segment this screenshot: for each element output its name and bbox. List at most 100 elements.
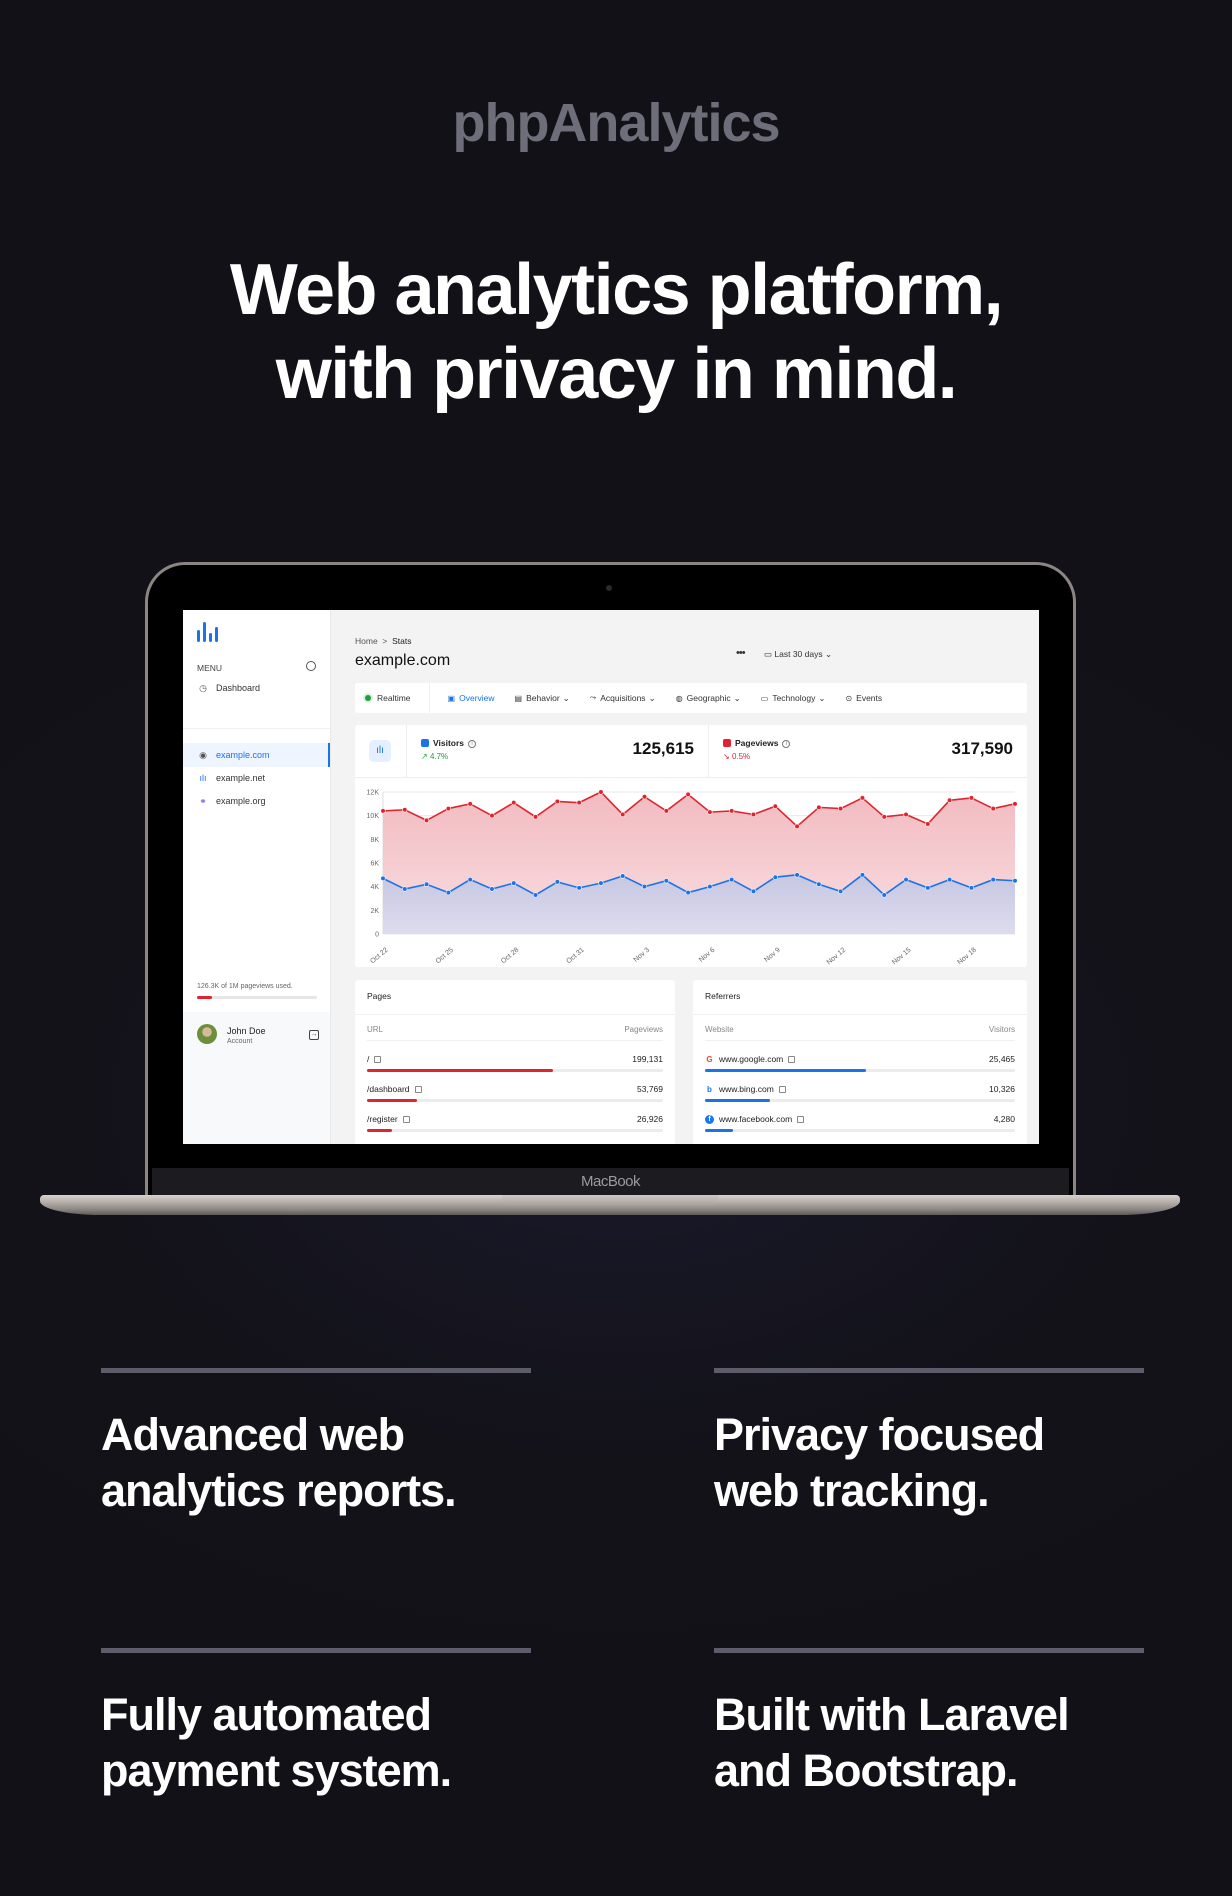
table-row[interactable]: / 199,131 [367,1052,663,1082]
palette-icon[interactable] [306,661,316,671]
sidebar: MENU ◷ Dashboard ◉ example.com ılı examp… [183,610,331,1144]
visitors-point [816,881,822,887]
pageviews-label: Pageviews i [735,738,791,748]
logout-icon[interactable]: → [309,1030,319,1040]
feature-text: Built with Laravel and Bootstrap. [714,1687,1144,1799]
visitors-point [380,875,386,881]
tab-events[interactable]: ⊙ Events [835,683,892,713]
x-tick-label: Oct 22 [369,947,389,966]
pageviews-change: ↘ 0.5% [723,752,750,761]
visitors-point [423,881,430,887]
pageviews-point [380,808,386,814]
table-row[interactable]: /dashboard 53,769 [367,1082,663,1112]
avatar[interactable] [197,1024,217,1044]
tab-overview[interactable]: ▣ Overview [438,683,505,713]
row-progress-bar [705,1129,1015,1132]
column-header-pageviews: Pageviews [624,1025,663,1034]
row-value: 4,280 [993,1114,1015,1124]
visitors-point [511,880,517,886]
row-value: 199,131 [632,1054,663,1064]
external-link-icon[interactable] [414,1085,422,1093]
visitors-point [707,884,713,890]
pageviews-point [990,805,996,812]
external-link-icon[interactable] [788,1055,796,1063]
pageviews-point [402,807,408,813]
feature-line: Built with Laravel [714,1689,1070,1740]
headline: Web analytics platform, with privacy in … [0,248,1232,416]
pageviews-change-value: 0.5% [731,752,751,761]
tab-realtime[interactable]: Realtime [355,683,430,713]
pageviews-point [838,805,844,812]
table-row[interactable]: b www.bing.com 10,326 [705,1082,1015,1112]
account-name: John Doe [227,1026,266,1036]
pageviews-point [532,814,539,820]
breadcrumb-home[interactable]: Home [355,636,378,646]
table-row[interactable]: Gwww.google.com 25,465 [705,1052,1015,1082]
x-tick-label: Nov 15 [891,947,913,967]
row-url: /register [367,1114,410,1124]
pageviews-point [750,811,757,818]
external-link-icon[interactable] [797,1115,805,1123]
divider [355,1014,675,1015]
row-url: / [367,1054,382,1064]
more-options-button[interactable]: ••• [736,647,746,659]
external-link-icon[interactable] [402,1115,410,1123]
sidebar-item-label: example.com [216,750,270,760]
row-progress-fill [367,1069,554,1072]
external-link-icon[interactable] [374,1055,382,1063]
tab-label: Behavior [526,693,560,703]
visitors-change: ↗ 4.7% [421,752,448,761]
tab-acquisitions[interactable]: ⤳ Acquisitions ⌄ [580,683,666,713]
x-tick-label: Nov 9 [763,947,782,964]
visitors-point [925,885,931,891]
pageviews-stat[interactable]: Pageviews i ↘ 0.5% 317,590 [709,725,1027,777]
visitors-point [1012,878,1018,884]
row-site-text: www.bing.com [719,1084,774,1094]
account-section[interactable]: John Doe Account → [183,1012,330,1144]
date-range-select[interactable]: ▭ Last 30 days ⌄ [758,645,838,663]
column-header-website: Website [705,1025,734,1034]
sidebar-item-example-com[interactable]: ◉ example.com [183,743,330,767]
bar-chart-logo-icon[interactable] [197,620,221,642]
y-tick-label: 10K [367,813,380,820]
row-value: 53,769 [637,1084,663,1094]
sidebar-item-example-net[interactable]: ılı example.net [183,766,330,790]
x-tick-label: Oct 25 [435,947,455,966]
nav-tabs: Realtime ▣ Overview ▤ Behavior ⌄ ⤳ Acqui… [355,683,1027,713]
visitors-value: 125,615 [632,739,694,758]
sidebar-item-example-org[interactable]: ⚭ example.org [183,789,330,813]
referrers-table-header: Website Visitors [705,1025,1015,1034]
pageviews-point [859,795,866,801]
x-tick-label: Nov 6 [698,947,717,964]
stats-card: ılı Visitors i ↗ 4.7% 125,615 Pageviews i … [355,725,1027,967]
table-row[interactable]: f www.facebook.com 4,280 [705,1112,1015,1142]
pageviews-point [620,811,626,818]
row-site: Gwww.google.com [705,1054,796,1064]
info-icon[interactable]: i [782,739,791,748]
pageviews-point [445,805,451,812]
usage-text: 126.3K of 1M pageviews used. [197,983,293,990]
visitors-legend-swatch [421,739,429,747]
feature-divider [714,1368,1144,1373]
feature-line: Fully automated [101,1689,432,1740]
link-icon: ⚭ [199,795,207,806]
tab-geographic[interactable]: ◍ Geographic ⌄ [666,683,751,713]
pageviews-point [947,797,953,803]
visitors-point [729,876,735,883]
x-tick-label: Oct 28 [500,947,520,966]
chevron-down-icon: ⌄ [818,692,826,703]
external-link-icon[interactable] [778,1085,786,1093]
info-icon[interactable]: i [468,739,477,748]
visitors-point [554,879,560,885]
table-row[interactable]: /register 26,926 [367,1112,663,1142]
device-label: MacBook [152,1168,1069,1196]
row-progress-bar [367,1069,663,1072]
globe-icon: ◍ [675,693,683,703]
tab-technology[interactable]: ▭ Technology ⌄ [751,683,836,713]
pages-card: Pages URL Pageviews / 199,131 /dashboard… [355,980,675,1144]
tab-behavior[interactable]: ▤ Behavior ⌄ [505,683,580,713]
visitors-stat[interactable]: Visitors i ↗ 4.7% 125,615 [407,725,709,777]
sidebar-item-dashboard[interactable]: ◷ Dashboard [183,676,330,700]
account-subtitle: Account [227,1038,253,1045]
calendar-icon: ▭ [764,649,773,659]
